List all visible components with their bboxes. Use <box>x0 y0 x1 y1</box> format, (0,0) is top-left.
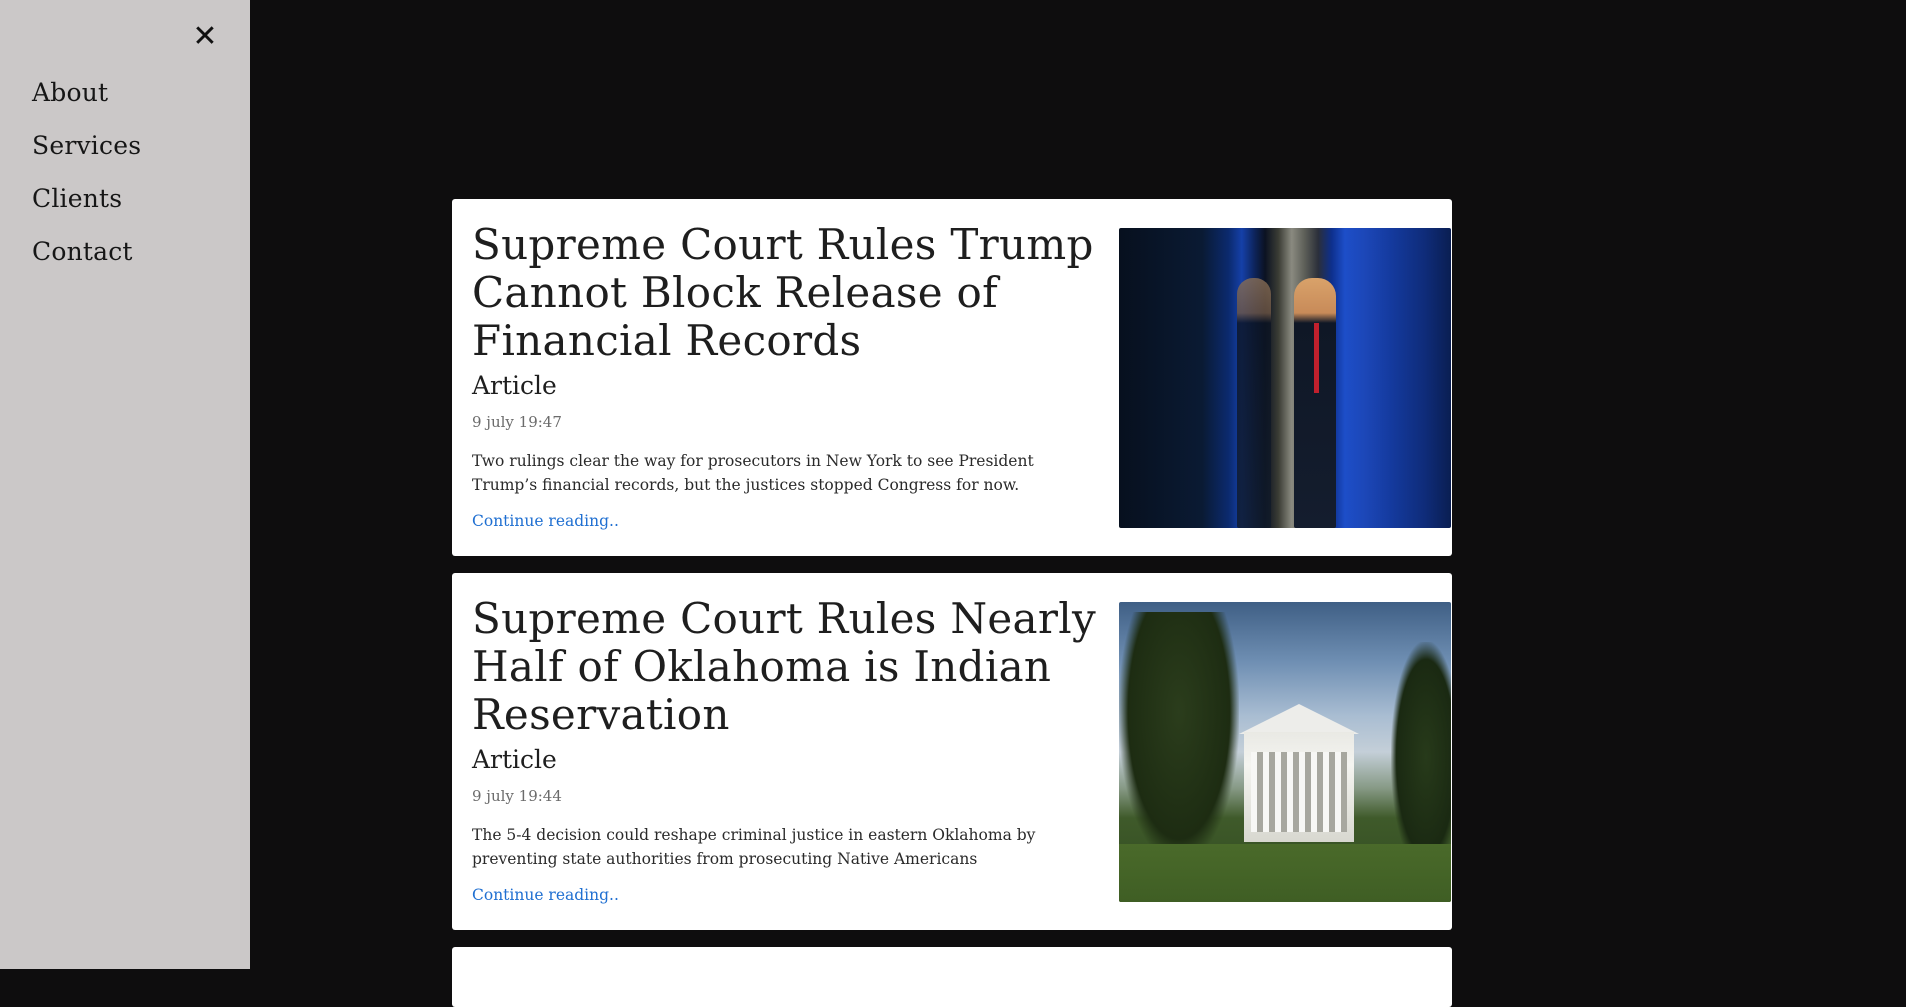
article-type: Article <box>472 371 557 400</box>
sidebar-item-about[interactable]: About <box>32 66 141 119</box>
image-tree <box>1391 642 1451 872</box>
article-title[interactable]: Supreme Court Rules Trump Cannot Block R… <box>472 221 1102 365</box>
article-date: 9 july 19:47 <box>472 413 562 431</box>
sidebar-item-services[interactable]: Services <box>32 119 141 172</box>
image-lawn <box>1119 844 1451 902</box>
main-content: Supreme Court Rules Trump Cannot Block R… <box>250 0 1906 1007</box>
article-card <box>452 947 1452 1007</box>
article-image[interactable] <box>1119 228 1451 528</box>
article-body: Supreme Court Rules Nearly Half of Oklah… <box>472 595 1102 905</box>
image-building-roof <box>1239 704 1359 734</box>
image-building-columns <box>1251 752 1347 832</box>
article-type: Article <box>472 745 557 774</box>
article-body: Supreme Court Rules Trump Cannot Block R… <box>472 221 1102 531</box>
continue-reading-link[interactable]: Continue reading.. <box>472 885 619 905</box>
article-date: 9 july 19:44 <box>472 787 562 805</box>
article-summary: Two rulings clear the way for prosecutor… <box>472 452 1034 494</box>
image-reflection <box>1237 278 1271 528</box>
article-summary: The 5-4 decision could reshape criminal … <box>472 826 1036 868</box>
image-figure <box>1294 278 1336 528</box>
article-card: Supreme Court Rules Trump Cannot Block R… <box>452 199 1452 556</box>
article-title[interactable]: Supreme Court Rules Nearly Half of Oklah… <box>472 595 1102 739</box>
sidebar-item-contact[interactable]: Contact <box>32 225 141 278</box>
continue-reading-link[interactable]: Continue reading.. <box>472 511 619 531</box>
article-card: Supreme Court Rules Nearly Half of Oklah… <box>452 573 1452 930</box>
image-detail <box>1314 323 1319 393</box>
image-tree <box>1119 612 1239 862</box>
close-icon[interactable]: ✕ <box>190 20 220 54</box>
article-image[interactable] <box>1119 602 1451 902</box>
sidebar: ✕ About Services Clients Contact <box>0 0 250 969</box>
sidebar-item-clients[interactable]: Clients <box>32 172 141 225</box>
sidebar-nav: About Services Clients Contact <box>32 66 141 278</box>
